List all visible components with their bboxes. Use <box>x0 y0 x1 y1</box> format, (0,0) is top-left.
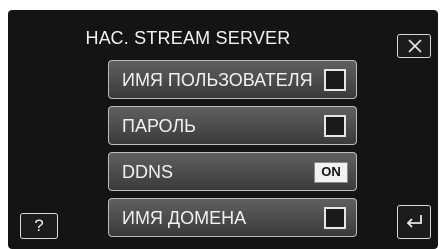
menu-item-label: ИМЯ ДОМЕНА <box>122 208 247 228</box>
menu-item-label: ПАРОЛЬ <box>122 116 196 136</box>
menu-item-label: ИМЯ ПОЛЬЗОВАТЕЛЯ <box>122 70 313 90</box>
menu-item-password[interactable]: ПАРОЛЬ <box>108 106 357 145</box>
username-checkbox[interactable] <box>324 69 346 91</box>
back-button[interactable] <box>397 205 431 239</box>
password-checkbox[interactable] <box>324 115 346 137</box>
menu-item-username[interactable]: ИМЯ ПОЛЬЗОВАТЕЛЯ <box>108 60 357 99</box>
menu-item-label: DDNS <box>122 162 174 182</box>
menu-item-ddns[interactable]: DDNS ON <box>108 152 357 191</box>
help-button[interactable]: ? <box>20 213 58 239</box>
domain-name-checkbox[interactable] <box>324 207 346 229</box>
back-arrow-icon <box>406 215 422 228</box>
ddns-on-badge[interactable]: ON <box>314 162 348 183</box>
close-button[interactable] <box>397 34 431 58</box>
screen: НАС. STREAM SERVER ИМЯ ПОЛЬЗОВАТЕЛЯ ПАРО… <box>8 10 438 249</box>
close-icon <box>408 39 422 53</box>
page-title: НАС. STREAM SERVER <box>85 28 291 48</box>
menu-item-domain-name[interactable]: ИМЯ ДОМЕНА <box>108 198 357 237</box>
